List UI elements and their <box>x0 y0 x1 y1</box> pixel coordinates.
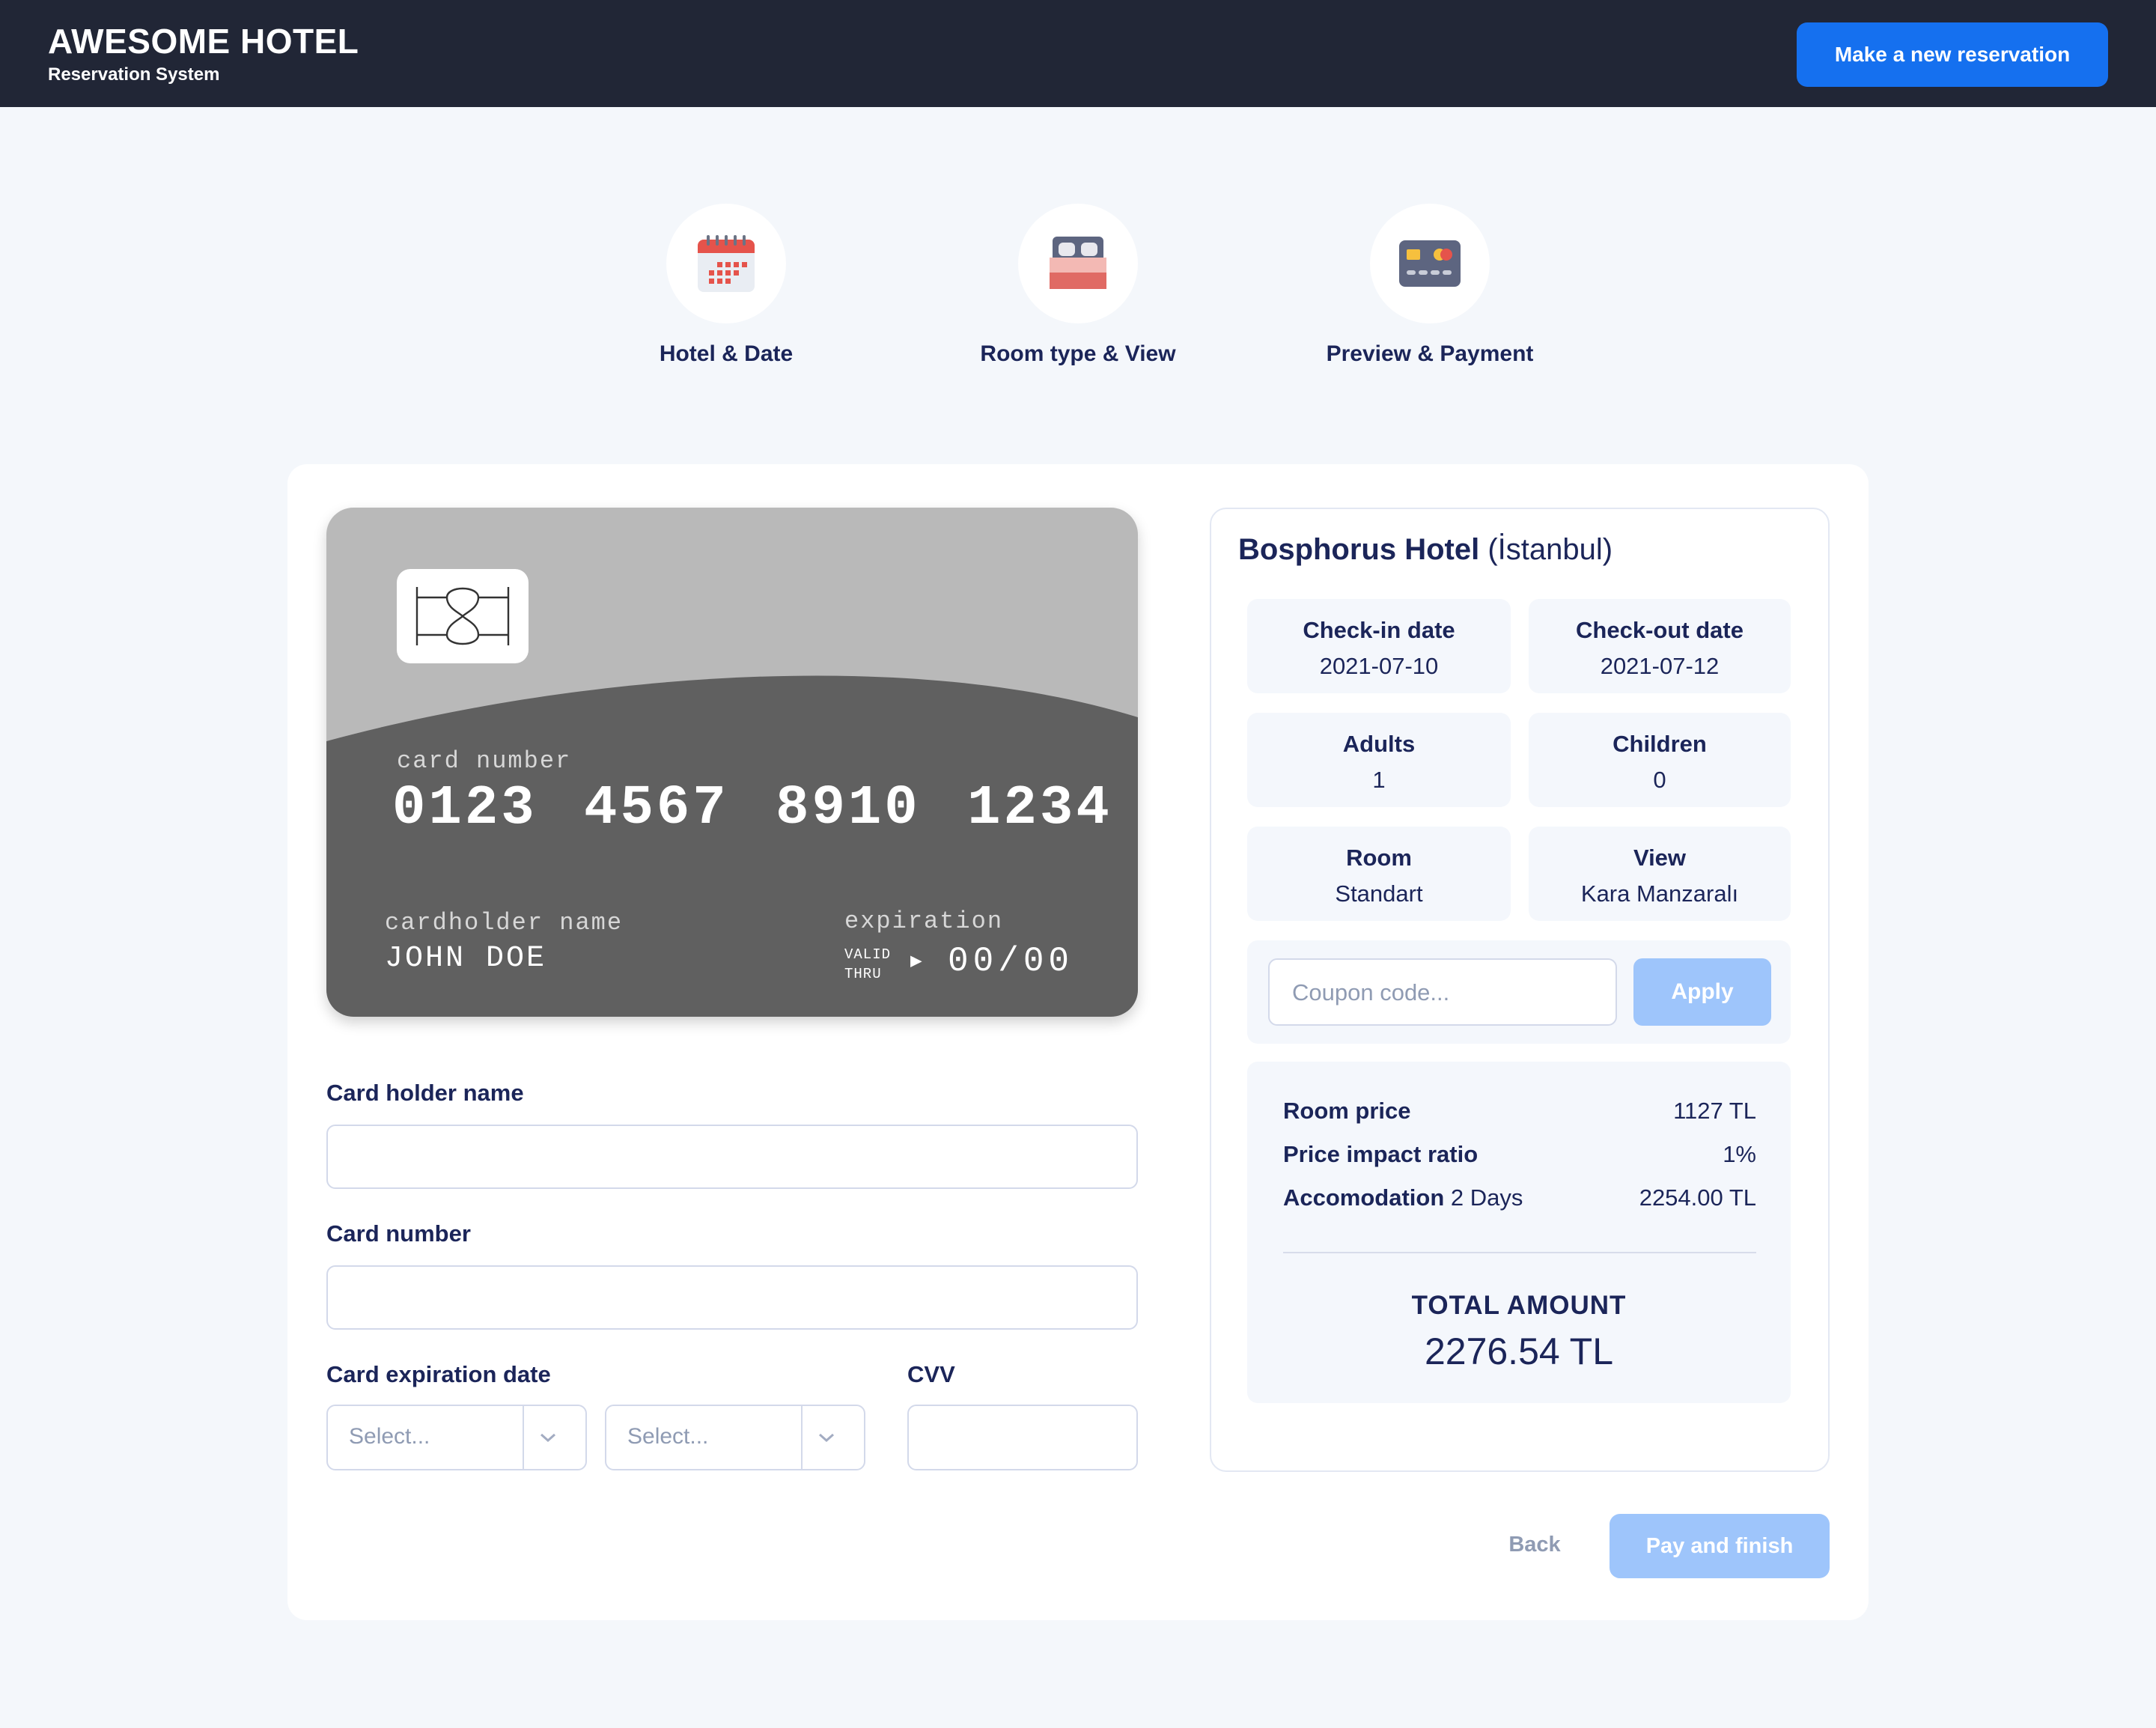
play-arrow-icon: ▶ <box>910 950 922 973</box>
hotel-name: Bosphorus Hotel <box>1238 533 1480 566</box>
info-value: 2021-07-10 <box>1319 653 1439 679</box>
expiration-caption: expiration <box>844 907 1004 935</box>
hotel-title: Bosphorus Hotel (İstanbul) <box>1238 533 1613 567</box>
adults-box: Adults 1 <box>1247 713 1511 807</box>
price-impact-row: Price impact ratio 1% <box>1283 1141 1756 1168</box>
info-value: 0 <box>1653 767 1666 793</box>
view-box: View Kara Manzaralı <box>1529 827 1791 921</box>
info-label: Check-in date <box>1303 617 1455 643</box>
info-value: Kara Manzaralı <box>1580 880 1739 907</box>
coupon-section: Coupon code... Apply <box>1247 940 1791 1044</box>
coupon-code-input[interactable]: Coupon code... <box>1268 958 1617 1026</box>
info-value: Standart <box>1335 880 1423 907</box>
price-label: Price impact ratio <box>1283 1141 1479 1167</box>
price-value: 1% <box>1723 1141 1756 1167</box>
apply-coupon-button[interactable]: Apply <box>1633 958 1771 1026</box>
info-label: Room <box>1346 845 1412 871</box>
card-chip-icon <box>397 569 529 663</box>
select-placeholder: Select... <box>627 1424 709 1449</box>
price-label: Room price <box>1283 1098 1411 1124</box>
expiration-year-select[interactable]: Select... <box>605 1405 865 1470</box>
select-separator <box>801 1406 803 1469</box>
coupon-placeholder: Coupon code... <box>1292 979 1450 1006</box>
step-hotel-date[interactable]: Hotel & Date <box>569 204 883 367</box>
check-in-box: Check-in date 2021-07-10 <box>1247 599 1511 693</box>
credit-card-preview: card number 0123 4567 8910 1234 cardhold… <box>326 508 1138 1017</box>
price-label: Accomodation <box>1283 1184 1445 1211</box>
children-box: Children 0 <box>1529 713 1791 807</box>
cardholder-caption: cardholder name <box>385 909 624 937</box>
price-breakdown: Room price 1127 TL Price impact ratio 1%… <box>1247 1062 1791 1403</box>
cvv-label: CVV <box>907 1361 955 1387</box>
total-amount-label: TOTAL AMOUNT <box>1411 1291 1627 1320</box>
card-holder-name-input[interactable] <box>326 1125 1138 1189</box>
step-icon-circle <box>1018 204 1138 323</box>
card-number-label: Card number <box>326 1220 471 1247</box>
calendar-icon <box>698 235 755 292</box>
expiration-month-select[interactable]: Select... <box>326 1405 587 1470</box>
price-extra: 2 Days <box>1450 1184 1523 1211</box>
step-label: Room type & View <box>980 341 1176 366</box>
select-separator <box>523 1406 524 1469</box>
check-out-box: Check-out date 2021-07-12 <box>1529 599 1791 693</box>
hotel-city: (İstanbul) <box>1487 533 1613 566</box>
step-icon-circle <box>1370 204 1490 323</box>
pay-and-finish-button[interactable]: Pay and finish <box>1610 1514 1830 1578</box>
room-price-row: Room price 1127 TL <box>1283 1098 1756 1125</box>
price-divider <box>1283 1252 1756 1253</box>
app-title: AWESOME HOTEL <box>48 22 359 61</box>
chevron-down-icon <box>540 1433 555 1443</box>
bed-icon <box>1050 237 1106 289</box>
price-value: 1127 TL <box>1673 1098 1756 1124</box>
card-number-display: 0123 4567 8910 1234 <box>392 777 1112 840</box>
info-value: 1 <box>1372 767 1386 793</box>
card-expiration-label: Card expiration date <box>326 1361 551 1387</box>
price-value: 2254.00 TL <box>1639 1184 1756 1211</box>
credit-card-icon <box>1399 240 1461 287</box>
info-label: View <box>1633 845 1687 871</box>
back-button[interactable]: Back <box>1490 1512 1580 1577</box>
info-value: 2021-07-12 <box>1600 653 1720 679</box>
select-placeholder: Select... <box>349 1424 430 1449</box>
step-preview-payment[interactable]: Preview & Payment <box>1273 204 1587 367</box>
chevron-down-icon <box>819 1433 834 1443</box>
accomodation-row: Accomodation 2 Days 2254.00 TL <box>1283 1184 1756 1211</box>
step-icon-circle <box>666 204 786 323</box>
step-room-view[interactable]: Room type & View <box>921 204 1235 367</box>
top-bar: AWESOME HOTEL Reservation System Make a … <box>0 0 2156 107</box>
card-number-input[interactable] <box>326 1265 1138 1330</box>
card-number-caption: card number <box>397 747 572 775</box>
total-amount-value: 2276.54 TL <box>1424 1330 1614 1372</box>
step-label: Hotel & Date <box>659 341 794 366</box>
cvv-input[interactable] <box>907 1405 1138 1470</box>
info-label: Children <box>1613 731 1707 757</box>
card-holder-name-label: Card holder name <box>326 1080 524 1106</box>
step-label: Preview & Payment <box>1326 341 1534 366</box>
cardholder-display: JOHN DOE <box>385 942 547 976</box>
app-subtitle: Reservation System <box>48 64 220 85</box>
valid-thru-caption: VALID THRU <box>844 946 892 982</box>
info-label: Check-out date <box>1576 617 1744 643</box>
new-reservation-button[interactable]: Make a new reservation <box>1797 22 2108 87</box>
room-box: Room Standart <box>1247 827 1511 921</box>
expiration-display: 00/00 <box>948 942 1074 981</box>
info-label: Adults <box>1342 731 1416 757</box>
